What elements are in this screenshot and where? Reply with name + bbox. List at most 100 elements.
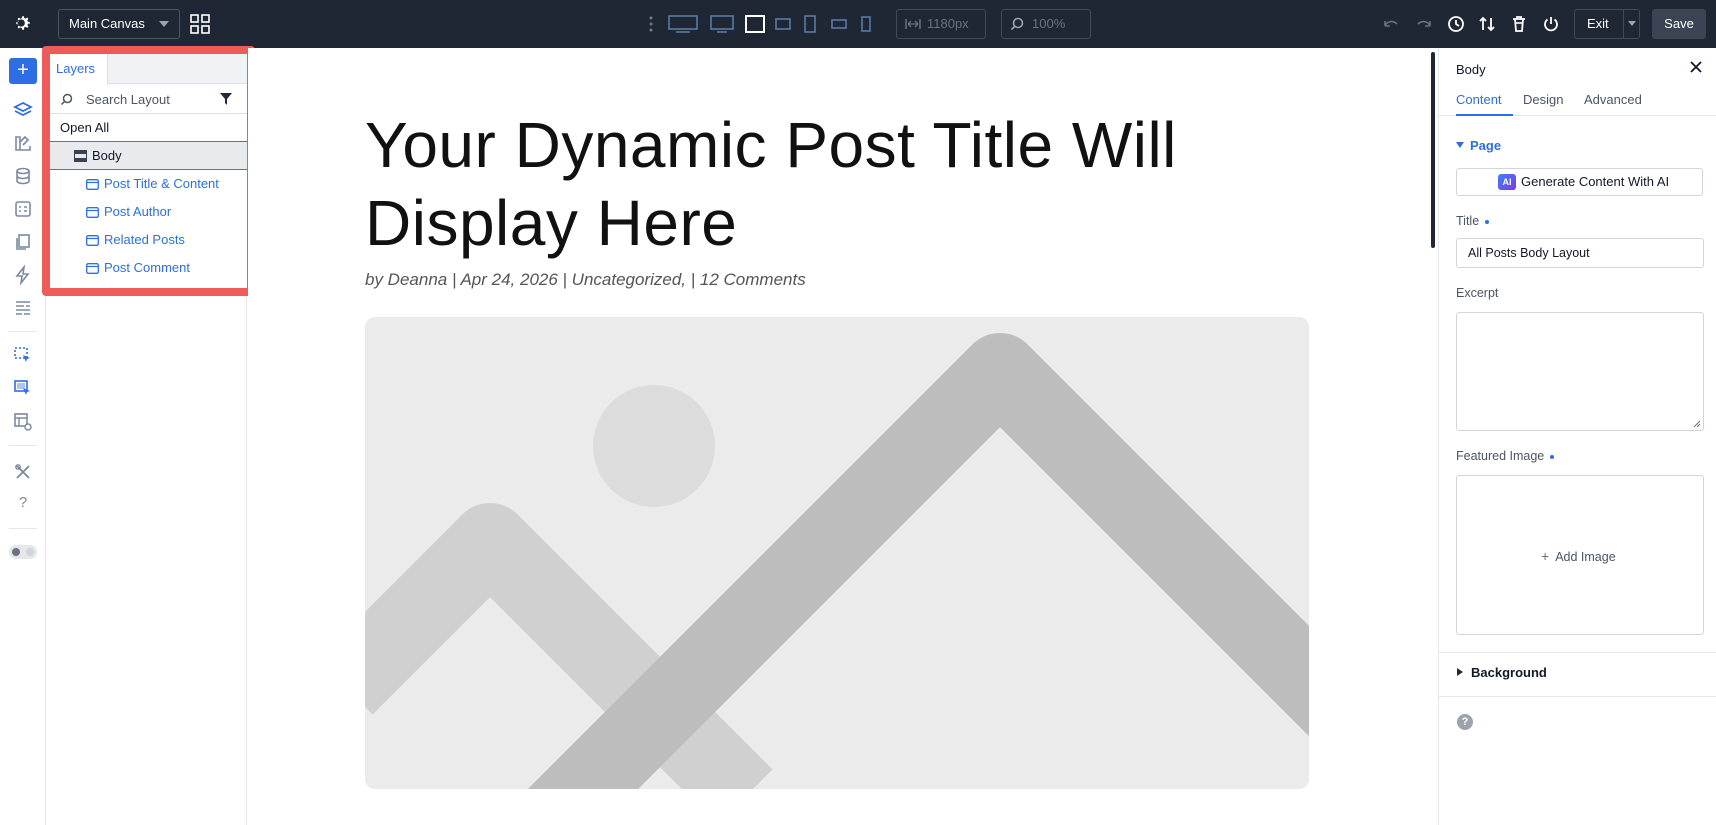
rail-divider <box>9 528 37 529</box>
module-icon <box>86 235 99 246</box>
tab-layers[interactable]: Layers <box>50 54 108 85</box>
layers-icon[interactable] <box>13 100 33 120</box>
title-input[interactable] <box>1456 238 1704 268</box>
generate-ai-label: Generate Content With AI <box>1521 174 1670 189</box>
top-toolbar: Main Canvas 1180px 100% Exit Save <box>0 0 1716 48</box>
generate-ai-button[interactable]: AI Generate Content With AI <box>1456 168 1703 196</box>
undo-icon[interactable] <box>1381 14 1401 34</box>
title-label-text: Title <box>1456 214 1480 228</box>
zoom-field[interactable]: 100% <box>1001 9 1091 39</box>
post-title-line: Display Here <box>365 187 738 259</box>
structure-list-icon[interactable] <box>13 298 33 318</box>
layer-item-label: Post Author <box>104 204 172 219</box>
layers-search <box>50 84 247 114</box>
layer-item-label: Post Title & Content <box>104 176 219 191</box>
featured-image-upload[interactable]: + Add Image <box>1456 475 1704 635</box>
database-icon[interactable] <box>13 166 33 186</box>
grid-layout-icon[interactable] <box>190 14 210 34</box>
section-background-toggle[interactable]: Background <box>1471 665 1547 680</box>
ai-badge-icon: AI <box>1498 174 1516 190</box>
section-divider <box>1439 652 1716 653</box>
dynamic-dot-icon[interactable] <box>1485 219 1490 224</box>
module-icon <box>86 263 99 274</box>
builder-canvas[interactable]: Your Dynamic Post Title Will Display Her… <box>248 48 1438 825</box>
rail-divider <box>9 331 37 332</box>
exit-chevron-down-icon[interactable] <box>1628 21 1636 26</box>
layer-body-label: Body <box>92 148 122 163</box>
zoom-value: 100% <box>1032 16 1066 31</box>
pages-copy-icon[interactable] <box>13 232 33 252</box>
interactions-multi-icon[interactable] <box>13 379 33 399</box>
resize-grip-icon[interactable] <box>1693 420 1701 428</box>
excerpt-textarea[interactable] <box>1456 312 1704 431</box>
toggle-knob <box>12 548 20 556</box>
trash-icon[interactable] <box>1509 14 1529 34</box>
phone-portrait-view-icon[interactable] <box>860 14 872 34</box>
exit-button[interactable]: Exit <box>1574 9 1640 39</box>
post-title[interactable]: Your Dynamic Post Title Will Display Her… <box>365 106 1265 262</box>
canvas-scrollbar[interactable] <box>1431 52 1435 248</box>
post-meta[interactable]: by Deanna | Apr 24, 2026 | Uncategorized… <box>365 270 806 290</box>
post-title-line: Your Dynamic Post Title Will <box>365 109 1177 181</box>
power-icon[interactable] <box>1541 14 1561 34</box>
tablet-landscape-view-icon[interactable] <box>774 14 792 34</box>
more-vertical-icon[interactable] <box>648 15 654 33</box>
forms-icon[interactable] <box>13 199 33 219</box>
tools-icon[interactable] <box>13 462 33 482</box>
layer-body[interactable]: Body <box>50 142 247 170</box>
theme-toggle[interactable] <box>9 545 37 559</box>
settings-gear-icon[interactable] <box>12 12 34 34</box>
help-circle-icon[interactable]: ? <box>1457 714 1473 730</box>
dynamic-dot-icon[interactable] <box>1550 454 1555 459</box>
featured-image-label: Featured Image <box>1456 449 1555 463</box>
exit-button-label: Exit <box>1587 16 1609 31</box>
help-question-icon[interactable]: ? <box>13 494 33 514</box>
featured-image-placeholder[interactable] <box>365 317 1309 789</box>
design-library-icon[interactable] <box>13 133 33 153</box>
close-icon[interactable] <box>1689 60 1703 74</box>
layer-item[interactable]: Post Title & Content <box>50 170 247 198</box>
tablet-portrait-view-icon[interactable] <box>803 14 817 34</box>
add-image-button[interactable]: + Add Image <box>1541 548 1616 564</box>
desktop-view-icon[interactable] <box>710 14 734 34</box>
search-icon <box>60 93 73 106</box>
title-field-label: Title <box>1456 214 1490 228</box>
settings-tabs: Content Design Advanced <box>1439 84 1716 116</box>
canvas-width-value: 1180px <box>927 16 969 31</box>
filter-icon[interactable] <box>220 93 232 105</box>
layer-item[interactable]: Post Comment <box>50 254 247 282</box>
redo-icon[interactable] <box>1414 14 1434 34</box>
canvas-width-field[interactable]: 1180px <box>896 9 986 39</box>
section-icon <box>74 150 87 162</box>
lightning-icon[interactable] <box>13 265 33 285</box>
laptop-view-icon[interactable] <box>744 14 766 34</box>
layer-item[interactable]: Post Author <box>50 198 247 226</box>
search-layout-input[interactable] <box>86 89 206 109</box>
caret-right-icon[interactable] <box>1457 668 1463 676</box>
plus-icon: + <box>1541 548 1550 564</box>
layers-panel: Layers Open All Body Post Title & Conten… <box>42 46 255 296</box>
rail-divider <box>9 445 37 446</box>
featured-label-text: Featured Image <box>1456 449 1545 463</box>
preview-layout-icon[interactable] <box>13 412 33 432</box>
widescreen-view-icon[interactable] <box>668 14 698 34</box>
sort-arrows-icon[interactable] <box>1477 14 1497 34</box>
layer-item[interactable]: Related Posts <box>50 226 247 254</box>
tab-design[interactable]: Design <box>1523 92 1563 107</box>
add-plus-icon[interactable]: + <box>9 58 37 84</box>
tab-advanced[interactable]: Advanced <box>1584 92 1642 107</box>
caret-down-icon[interactable] <box>1456 142 1464 148</box>
canvas-select[interactable]: Main Canvas <box>58 9 180 39</box>
section-page-toggle[interactable]: Page <box>1470 138 1501 153</box>
exit-split-divider <box>1623 10 1624 38</box>
add-image-label: Add Image <box>1555 550 1616 564</box>
module-icon <box>86 207 99 218</box>
save-button[interactable]: Save <box>1652 9 1706 39</box>
settings-panel: Body Content Design Advanced Page AI Gen… <box>1438 48 1716 825</box>
interactions-cursor-icon[interactable] <box>13 346 33 366</box>
phone-landscape-view-icon[interactable] <box>830 14 848 34</box>
zoom-search-icon <box>1010 17 1024 31</box>
open-all-button[interactable]: Open All <box>50 114 247 142</box>
tab-content[interactable]: Content <box>1456 92 1502 107</box>
history-clock-icon[interactable] <box>1446 14 1466 34</box>
